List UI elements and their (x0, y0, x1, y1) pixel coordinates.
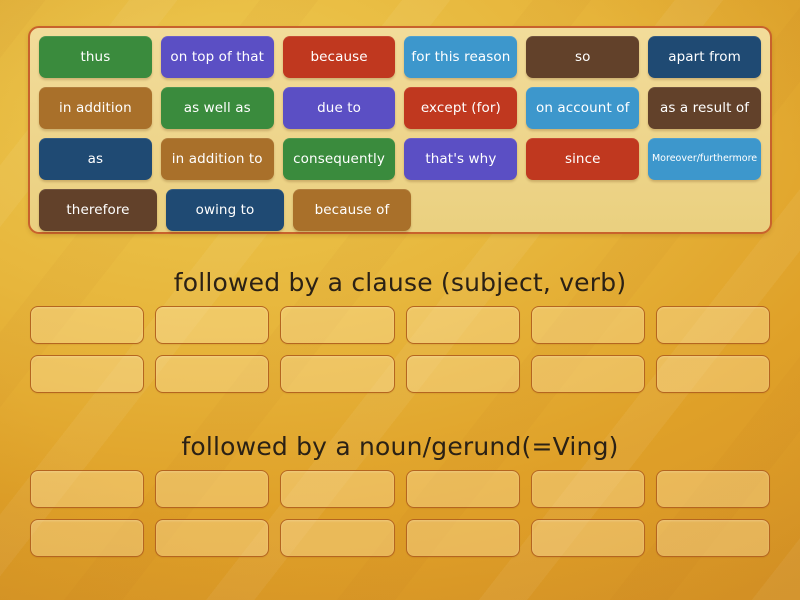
word-bank-panel: thus on top of that because for this reason… (28, 26, 772, 234)
drop-slot[interactable] (280, 470, 395, 508)
word-tile[interactable]: consequently (282, 138, 396, 180)
drop-zone-row (30, 306, 771, 344)
drop-zone-group-clause (30, 306, 771, 393)
drop-slot[interactable] (30, 306, 145, 344)
drop-slot[interactable] (530, 306, 645, 344)
drop-zone-row (30, 519, 771, 557)
drop-slot[interactable] (405, 470, 520, 508)
word-tile[interactable]: except (for) (404, 87, 518, 129)
drop-zone-row (30, 470, 771, 508)
word-tile[interactable]: as well as (160, 87, 274, 129)
word-tile[interactable]: since (526, 138, 640, 180)
word-tile[interactable]: in addition (39, 87, 152, 129)
drop-slot[interactable] (280, 355, 395, 393)
word-tile[interactable]: so (526, 36, 640, 78)
activity-canvas: thus on top of that because for this reason… (0, 0, 800, 600)
word-tile[interactable]: on account of (526, 87, 640, 129)
word-tile[interactable]: thus (39, 36, 152, 78)
drop-slot[interactable] (530, 519, 645, 557)
drop-slot[interactable] (155, 519, 270, 557)
drop-slot[interactable] (530, 355, 645, 393)
category-title-noun: followed by a noun/gerund(=Ving) (181, 432, 619, 461)
drop-slot[interactable] (405, 355, 520, 393)
word-tile[interactable]: apart from (648, 36, 761, 78)
drop-slot[interactable] (280, 306, 395, 344)
drop-slot[interactable] (405, 306, 520, 344)
word-tile[interactable]: that's why (404, 138, 518, 180)
word-tile[interactable]: owing to (166, 189, 284, 231)
word-bank-row: as in addition to consequently that's why si… (39, 138, 761, 180)
drop-slot[interactable] (30, 470, 145, 508)
drop-slot[interactable] (155, 306, 270, 344)
drop-zone-group-noun (30, 470, 771, 557)
drop-slot[interactable] (405, 519, 520, 557)
word-tile[interactable]: Moreover/furthermore (648, 138, 761, 180)
word-tile[interactable]: as (39, 138, 152, 180)
word-bank-row: in addition as well as due to except (for) o… (39, 87, 761, 129)
word-tile[interactable]: due to (282, 87, 396, 129)
drop-slot[interactable] (655, 355, 771, 393)
word-tile[interactable]: in addition to (160, 138, 274, 180)
drop-slot[interactable] (530, 470, 645, 508)
drop-slot[interactable] (155, 355, 270, 393)
word-tile[interactable]: for this reason (404, 36, 518, 78)
word-tile[interactable]: because (282, 36, 396, 78)
category-title-clause: followed by a clause (subject, verb) (173, 268, 627, 297)
word-tile[interactable]: on top of that (160, 36, 274, 78)
drop-slot[interactable] (155, 470, 270, 508)
drop-slot[interactable] (655, 306, 771, 344)
word-tile[interactable]: as a result of (648, 87, 761, 129)
word-tile[interactable]: because of (293, 189, 411, 231)
drop-slot[interactable] (655, 470, 771, 508)
drop-slot[interactable] (30, 519, 145, 557)
word-tile[interactable]: therefore (39, 189, 157, 231)
drop-slot[interactable] (280, 519, 395, 557)
word-bank-row: thus on top of that because for this reason… (39, 36, 761, 78)
drop-slot[interactable] (30, 355, 145, 393)
drop-zone-row (30, 355, 771, 393)
word-bank-row: therefore owing to because of (39, 189, 761, 231)
drop-slot[interactable] (655, 519, 771, 557)
